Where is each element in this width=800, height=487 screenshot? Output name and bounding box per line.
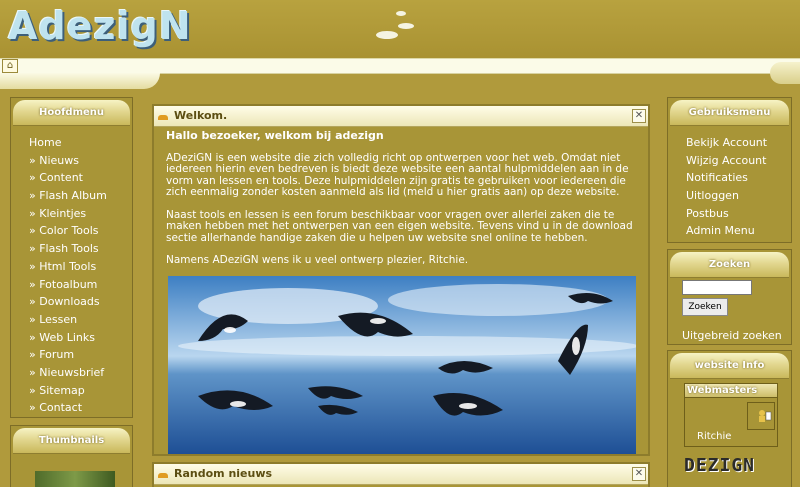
- welcome-paragraph: ADeziGN is een website die zich volledig…: [166, 151, 629, 198]
- main-menu-list: Home » Nieuws » Content » Flash Album » …: [11, 128, 132, 417]
- user-menu-uitloggen[interactable]: Uitloggen: [686, 187, 791, 205]
- welcome-title: Welkom.: [174, 109, 228, 122]
- menu-item-html-tools[interactable]: » Html Tools: [29, 258, 132, 276]
- random-news-title: Random nieuws: [174, 467, 273, 480]
- search-button[interactable]: Zoeken: [682, 298, 728, 316]
- website-info-panel: website Info Webmasters Ritchie DEZIGN: [667, 350, 792, 487]
- site-header: AdezigN: [0, 0, 800, 58]
- home-icon[interactable]: ⌂: [2, 59, 18, 73]
- advanced-search-link[interactable]: Uitgebreid zoeken: [682, 329, 782, 342]
- bullet-icon: [158, 115, 168, 120]
- menu-item-lessen[interactable]: » Lessen: [29, 311, 132, 329]
- search-input[interactable]: [682, 280, 752, 295]
- menu-item-kleintjes[interactable]: » Kleintjes: [29, 205, 132, 223]
- user-menu-admin-menu[interactable]: Admin Menu: [686, 222, 791, 240]
- thumbnails-title: Thumbnails: [13, 428, 130, 454]
- user-status-icon[interactable]: [747, 402, 775, 430]
- dezign-logo[interactable]: DEZIGN: [684, 455, 755, 476]
- nav-decor-right: [770, 62, 800, 84]
- decor-dot: [376, 31, 398, 39]
- orca-image: [168, 276, 636, 454]
- welcome-panel: Welkom. ✕ Hallo bezoeker, welkom bij ade…: [152, 104, 650, 456]
- user-menu-bekijk-account[interactable]: Bekijk Account: [686, 134, 791, 152]
- welcome-body: Hallo bezoeker, welkom bij adezign ADezi…: [154, 127, 648, 267]
- menu-item-forum[interactable]: » Forum: [29, 346, 132, 364]
- decor-dot: [398, 23, 414, 29]
- welcome-greeting: Hallo bezoeker, welkom bij adezign: [166, 129, 384, 142]
- website-info-title: website Info: [670, 353, 789, 379]
- user-menu-list: Bekijk Account Wijzig Account Notificati…: [668, 128, 791, 240]
- main-menu-panel: Hoofdmenu Home » Nieuws » Content » Flas…: [10, 97, 133, 418]
- user-menu-notificaties[interactable]: Notificaties: [686, 169, 791, 187]
- decor-dot: [396, 11, 406, 16]
- menu-item-sitemap[interactable]: » Sitemap: [29, 382, 132, 400]
- search-title: Zoeken: [670, 252, 789, 278]
- thumbnails-panel: Thumbnails: [10, 425, 133, 487]
- user-menu-panel: Gebruiksmenu Bekijk Account Wijzig Accou…: [667, 97, 792, 243]
- menu-item-nieuws[interactable]: » Nieuws: [29, 152, 132, 170]
- random-news-panel: Random nieuws ✕: [152, 462, 650, 487]
- welcome-paragraph: Naast tools en lessen is een forum besch…: [166, 208, 633, 244]
- main-menu-title: Hoofdmenu: [13, 100, 130, 126]
- menu-item-flash-tools[interactable]: » Flash Tools: [29, 240, 132, 258]
- menu-item-content[interactable]: » Content: [29, 169, 132, 187]
- menu-item-downloads[interactable]: » Downloads: [29, 293, 132, 311]
- close-icon[interactable]: ✕: [632, 467, 646, 481]
- thumbnail-image[interactable]: [35, 471, 115, 487]
- user-menu-wijzig-account[interactable]: Wijzig Account: [686, 152, 791, 170]
- menu-item-home[interactable]: Home: [29, 134, 132, 152]
- menu-item-contact[interactable]: » Contact: [29, 399, 132, 417]
- webmasters-box: Webmasters Ritchie: [684, 383, 778, 447]
- welcome-paragraph: Namens ADeziGN wens ik u veel ontwerp pl…: [166, 254, 469, 266]
- user-menu-title: Gebruiksmenu: [670, 100, 789, 126]
- menu-item-flash-album[interactable]: » Flash Album: [29, 187, 132, 205]
- nav-decor-left: [0, 73, 160, 89]
- search-panel: Zoeken Zoeken Uitgebreid zoeken: [667, 249, 792, 345]
- menu-item-web-links[interactable]: » Web Links: [29, 329, 132, 347]
- menu-item-color-tools[interactable]: » Color Tools: [29, 222, 132, 240]
- user-menu-postbus[interactable]: Postbus: [686, 205, 791, 223]
- welcome-header: Welkom. ✕: [154, 106, 648, 127]
- webmaster-name[interactable]: Ritchie: [697, 431, 731, 442]
- menu-item-nieuwsbrief[interactable]: » Nieuwsbrief: [29, 364, 132, 382]
- webmasters-label: Webmasters: [685, 384, 777, 398]
- nav-bar: ⌂: [0, 58, 800, 74]
- site-logo[interactable]: AdezigN: [8, 4, 192, 48]
- menu-item-fotoalbum[interactable]: » Fotoalbum: [29, 276, 132, 294]
- close-icon[interactable]: ✕: [632, 109, 646, 123]
- bullet-icon: [158, 473, 168, 478]
- random-news-header: Random nieuws ✕: [154, 464, 648, 485]
